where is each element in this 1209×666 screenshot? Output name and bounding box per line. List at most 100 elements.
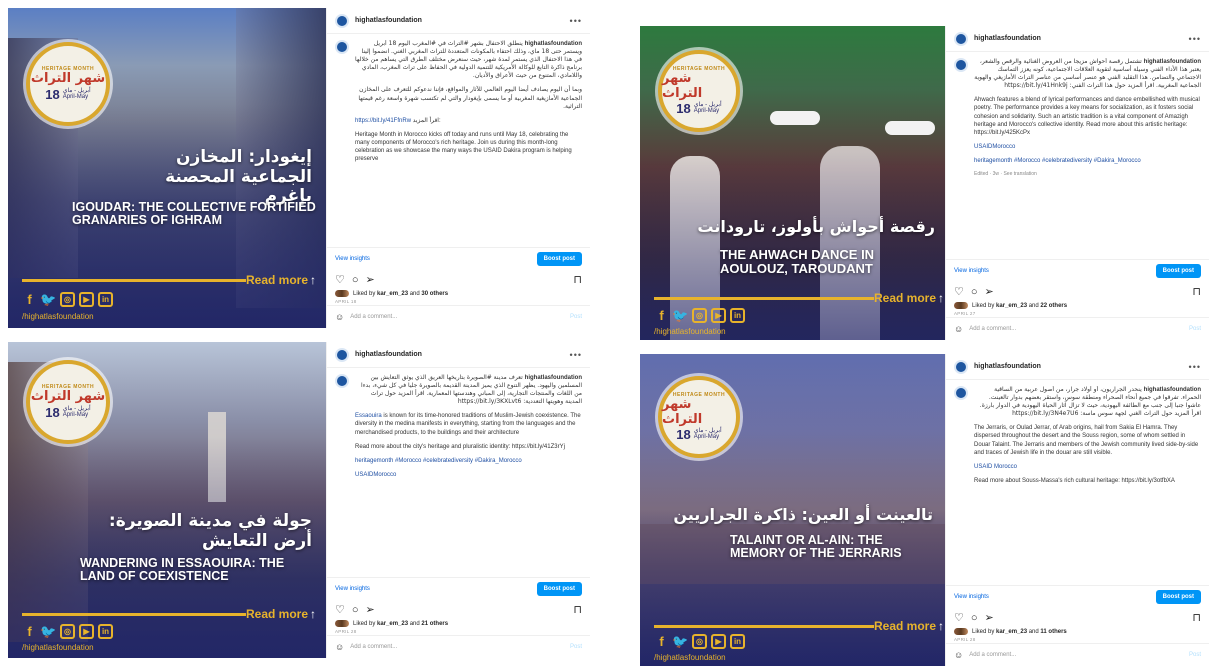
caption-hashtags[interactable]: heritagemonth #Morocco #celebratediversi…	[974, 157, 1201, 165]
liked-by-others[interactable]: 21 others	[421, 621, 448, 627]
heart-icon[interactable]: ♡	[335, 603, 345, 616]
avatar[interactable]	[335, 40, 349, 54]
bookmark-icon[interactable]: ⊓	[1192, 611, 1201, 624]
post-comment-button[interactable]: Post	[1189, 326, 1201, 332]
share-icon[interactable]: ➢	[985, 611, 994, 624]
avatar[interactable]	[335, 13, 349, 28]
post-image[interactable]: HERITAGE MONTH شهر التراث 18 أبريل - ماي A…	[8, 342, 326, 658]
liked-by-others[interactable]: 11 others	[1040, 629, 1066, 635]
caption-hashtags[interactable]: heritagemonth #Morocco #celebratediversi…	[355, 457, 582, 465]
boost-post-button[interactable]: Boost post	[536, 582, 582, 596]
read-more-label: Read more	[874, 291, 937, 305]
liked-by-user[interactable]: kar_em_23	[377, 621, 408, 627]
smile-icon[interactable]: ☺	[954, 650, 963, 660]
username[interactable]: highatlasfoundation	[974, 35, 1183, 42]
caption-username[interactable]: highatlasfoundation	[525, 375, 582, 381]
liked-by-user[interactable]: kar_em_23	[996, 629, 1027, 635]
comment-input[interactable]: Add a comment...	[350, 314, 564, 320]
instagram-post-igoudar: HERITAGE MONTH شهر التراث 18 أبريل - ماي A…	[8, 8, 590, 328]
action-bar: ♡ ○ ➢ ⊓	[946, 282, 1209, 301]
post-image[interactable]: HERITAGE MONTH شهر التراث 18 أبريل - ماي A…	[640, 354, 945, 666]
bookmark-icon[interactable]: ⊓	[1192, 285, 1201, 298]
caption-english: Ahwach features a blend of lyrical perfo…	[974, 97, 1200, 136]
caption-area: highatlasfoundation ينحدر الجراريون، أو …	[946, 380, 1209, 585]
read-more-link[interactable]: Read more ↑	[246, 607, 316, 621]
bookmark-icon[interactable]: ⊓	[573, 273, 582, 286]
post-comment-button[interactable]: Post	[570, 644, 582, 650]
post-sidebar: highatlasfoundation ••• highatlasfoundat…	[945, 354, 1209, 666]
linkedin-icon: in	[98, 624, 113, 639]
avatar[interactable]	[335, 374, 349, 388]
avatar[interactable]	[954, 359, 968, 374]
read-more-link[interactable]: Read more ↑	[874, 291, 944, 305]
caption-mention[interactable]: USAIDMorocco	[355, 471, 582, 479]
smile-icon[interactable]: ☺	[335, 312, 344, 322]
read-more-link[interactable]: Read more ↑	[874, 619, 944, 633]
post-title-english: WANDERING IN ESSAOUIRA: THE LAND OF COEX…	[80, 556, 285, 584]
more-options-icon[interactable]: •••	[1189, 34, 1201, 44]
caption-username[interactable]: highatlasfoundation	[1144, 59, 1201, 65]
post-image[interactable]: HERITAGE MONTH شهر التراث 18 أبريل - ماي A…	[640, 26, 945, 340]
liked-by-user[interactable]: kar_em_23	[996, 303, 1027, 309]
share-icon[interactable]: ➢	[366, 603, 375, 616]
comment-input[interactable]: Add a comment...	[350, 644, 564, 650]
liked-by-others[interactable]: 22 others	[1040, 303, 1067, 309]
view-insights-link[interactable]: View insights	[954, 268, 989, 274]
boost-post-button[interactable]: Boost post	[536, 252, 582, 266]
comment-icon[interactable]: ○	[352, 274, 359, 286]
avatar[interactable]	[954, 58, 968, 72]
comment-icon[interactable]: ○	[971, 286, 978, 298]
post-header: highatlasfoundation •••	[327, 342, 590, 368]
badge-arabic-title: شهر التراث	[662, 71, 703, 101]
comment-box: ☺ Add a comment... Post	[946, 317, 1209, 340]
comment-icon[interactable]: ○	[352, 604, 359, 616]
username[interactable]: highatlasfoundation	[974, 363, 1183, 370]
view-insights-link[interactable]: View insights	[335, 256, 370, 262]
caption-username[interactable]: highatlasfoundation	[1144, 387, 1201, 393]
liked-by-others[interactable]: 30 others	[421, 291, 448, 297]
heart-icon[interactable]: ♡	[335, 273, 345, 286]
facebook-icon: f	[27, 292, 32, 307]
boost-post-button[interactable]: Boost post	[1155, 264, 1201, 278]
caption-link[interactable]: https://bit.ly/41FfnRw	[355, 118, 411, 124]
username[interactable]: highatlasfoundation	[355, 17, 564, 24]
caption-essaouira-link[interactable]: Essaouira	[355, 413, 382, 419]
post-comment-button[interactable]: Post	[570, 314, 582, 320]
view-insights-link[interactable]: View insights	[335, 586, 370, 592]
smile-icon[interactable]: ☺	[335, 642, 344, 652]
share-icon[interactable]: ➢	[366, 273, 375, 286]
heart-icon[interactable]: ♡	[954, 611, 964, 624]
comment-input[interactable]: Add a comment...	[969, 326, 1183, 332]
username[interactable]: highatlasfoundation	[355, 351, 564, 358]
read-more-link[interactable]: Read more ↑	[246, 273, 316, 287]
badge-date-ar: أبريل - ماي	[62, 87, 91, 94]
comment-input[interactable]: Add a comment...	[969, 652, 1183, 658]
liked-by-user[interactable]: kar_em_23	[377, 291, 408, 297]
view-insights-link[interactable]: View insights	[954, 594, 989, 600]
caption-meta: Edited · 3w · See translation	[974, 171, 1037, 178]
post-comment-button[interactable]: Post	[1189, 652, 1201, 658]
caption-username[interactable]: highatlasfoundation	[525, 41, 582, 47]
share-icon[interactable]: ➢	[985, 285, 994, 298]
more-options-icon[interactable]: •••	[570, 350, 582, 360]
avatar[interactable]	[335, 347, 349, 362]
comment-icon[interactable]: ○	[971, 612, 978, 624]
caption-mention[interactable]: USAID Morocco	[974, 463, 1201, 471]
arrow-up-icon: ↑	[938, 291, 945, 305]
more-options-icon[interactable]: •••	[1189, 362, 1201, 372]
post-title-arabic: تالعينت أو العين: ذاكرة الجراريين	[673, 505, 933, 524]
twitter-icon: 🐦	[40, 291, 57, 307]
post-image[interactable]: HERITAGE MONTH شهر التراث 18 أبريل - ماي A…	[8, 8, 326, 328]
avatar[interactable]	[954, 386, 968, 400]
bookmark-icon[interactable]: ⊓	[573, 603, 582, 616]
youtube-icon: ▶	[79, 292, 94, 307]
heart-icon[interactable]: ♡	[954, 285, 964, 298]
caption-mention[interactable]: USAIDMorocco	[974, 143, 1201, 151]
post-sidebar: highatlasfoundation ••• highatlasfoundat…	[326, 342, 590, 658]
avatar[interactable]	[954, 31, 968, 46]
facebook-icon: f	[659, 308, 664, 323]
boost-post-button[interactable]: Boost post	[1155, 590, 1201, 604]
more-options-icon[interactable]: •••	[570, 16, 582, 26]
badge-arabic-title: شهر التراث	[30, 389, 106, 405]
smile-icon[interactable]: ☺	[954, 324, 963, 334]
